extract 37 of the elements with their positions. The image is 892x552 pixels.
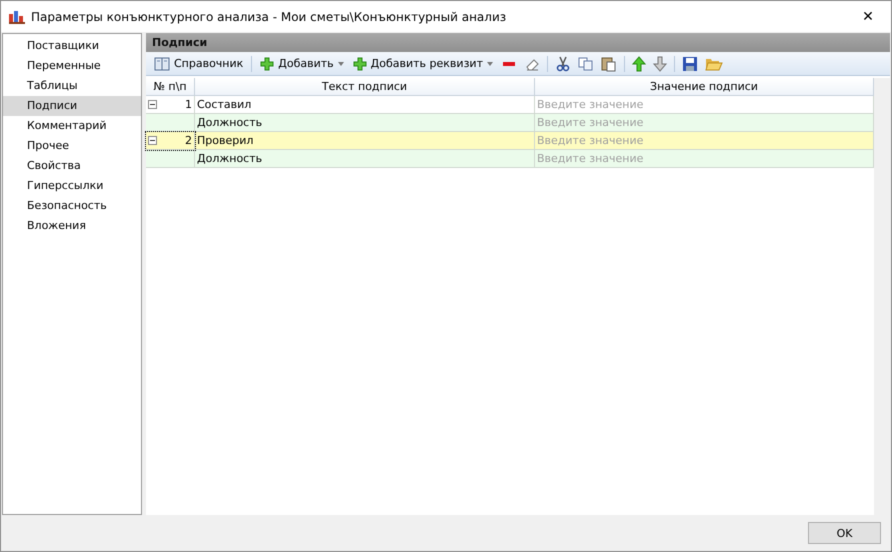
sidebar-item[interactable]: Безопасность — [3, 196, 141, 216]
column-header: № п\п — [146, 78, 195, 96]
table-row[interactable]: 2 Проверил Введите значение — [146, 132, 874, 150]
sidebar-item[interactable]: Гиперссылки — [3, 176, 141, 196]
toolbar-dropdown[interactable]: Добавить реквизит — [350, 54, 496, 74]
column-header: Текст подписи — [195, 78, 535, 96]
sidebar-item[interactable]: Свойства — [3, 156, 141, 176]
ok-button[interactable]: OK — [808, 522, 881, 544]
book-icon — [154, 56, 170, 72]
close-button[interactable]: ✕ — [845, 1, 891, 32]
sidebar-item[interactable]: Вложения — [3, 216, 141, 236]
arrow-up-icon[interactable] — [630, 56, 648, 72]
plus-icon — [352, 56, 367, 70]
sidebar-item[interactable]: Комментарий — [3, 116, 141, 136]
table-row[interactable]: Должность Введите значение — [146, 150, 874, 168]
panel-header: Подписи — [146, 33, 890, 52]
collapse-icon[interactable] — [148, 100, 157, 109]
table-cell: Должность — [195, 150, 535, 168]
scroll-bar[interactable] — [874, 78, 890, 515]
table-cell-text: 1 — [185, 97, 192, 113]
plus-icon — [260, 56, 274, 70]
sidebar-item[interactable]: Прочее — [3, 136, 141, 156]
app-icon — [9, 10, 25, 24]
toolbar-dropdown[interactable]: Добавить — [257, 54, 347, 74]
caret-icon — [486, 62, 493, 66]
column-header: Значение подписи — [535, 78, 874, 96]
collapse-icon[interactable] — [148, 136, 157, 145]
sidebar-item[interactable]: Таблицы — [3, 76, 141, 96]
table-row[interactable]: Должность Введите значение — [146, 114, 874, 132]
sidebar-item[interactable]: Подписи — [3, 96, 141, 116]
toolbar-button[interactable]: Справочник — [151, 54, 246, 74]
table-cell-text: 2 — [185, 133, 192, 149]
sidebar-item[interactable]: Переменные — [3, 56, 141, 76]
arrow-down-icon[interactable] — [650, 56, 669, 72]
caret-icon — [338, 62, 344, 66]
sidebar-item[interactable]: Поставщики — [3, 36, 141, 56]
window-title: Параметры конъюнктурного анализа - Мои сметы\Конъюнктурный анализ — [31, 10, 508, 24]
